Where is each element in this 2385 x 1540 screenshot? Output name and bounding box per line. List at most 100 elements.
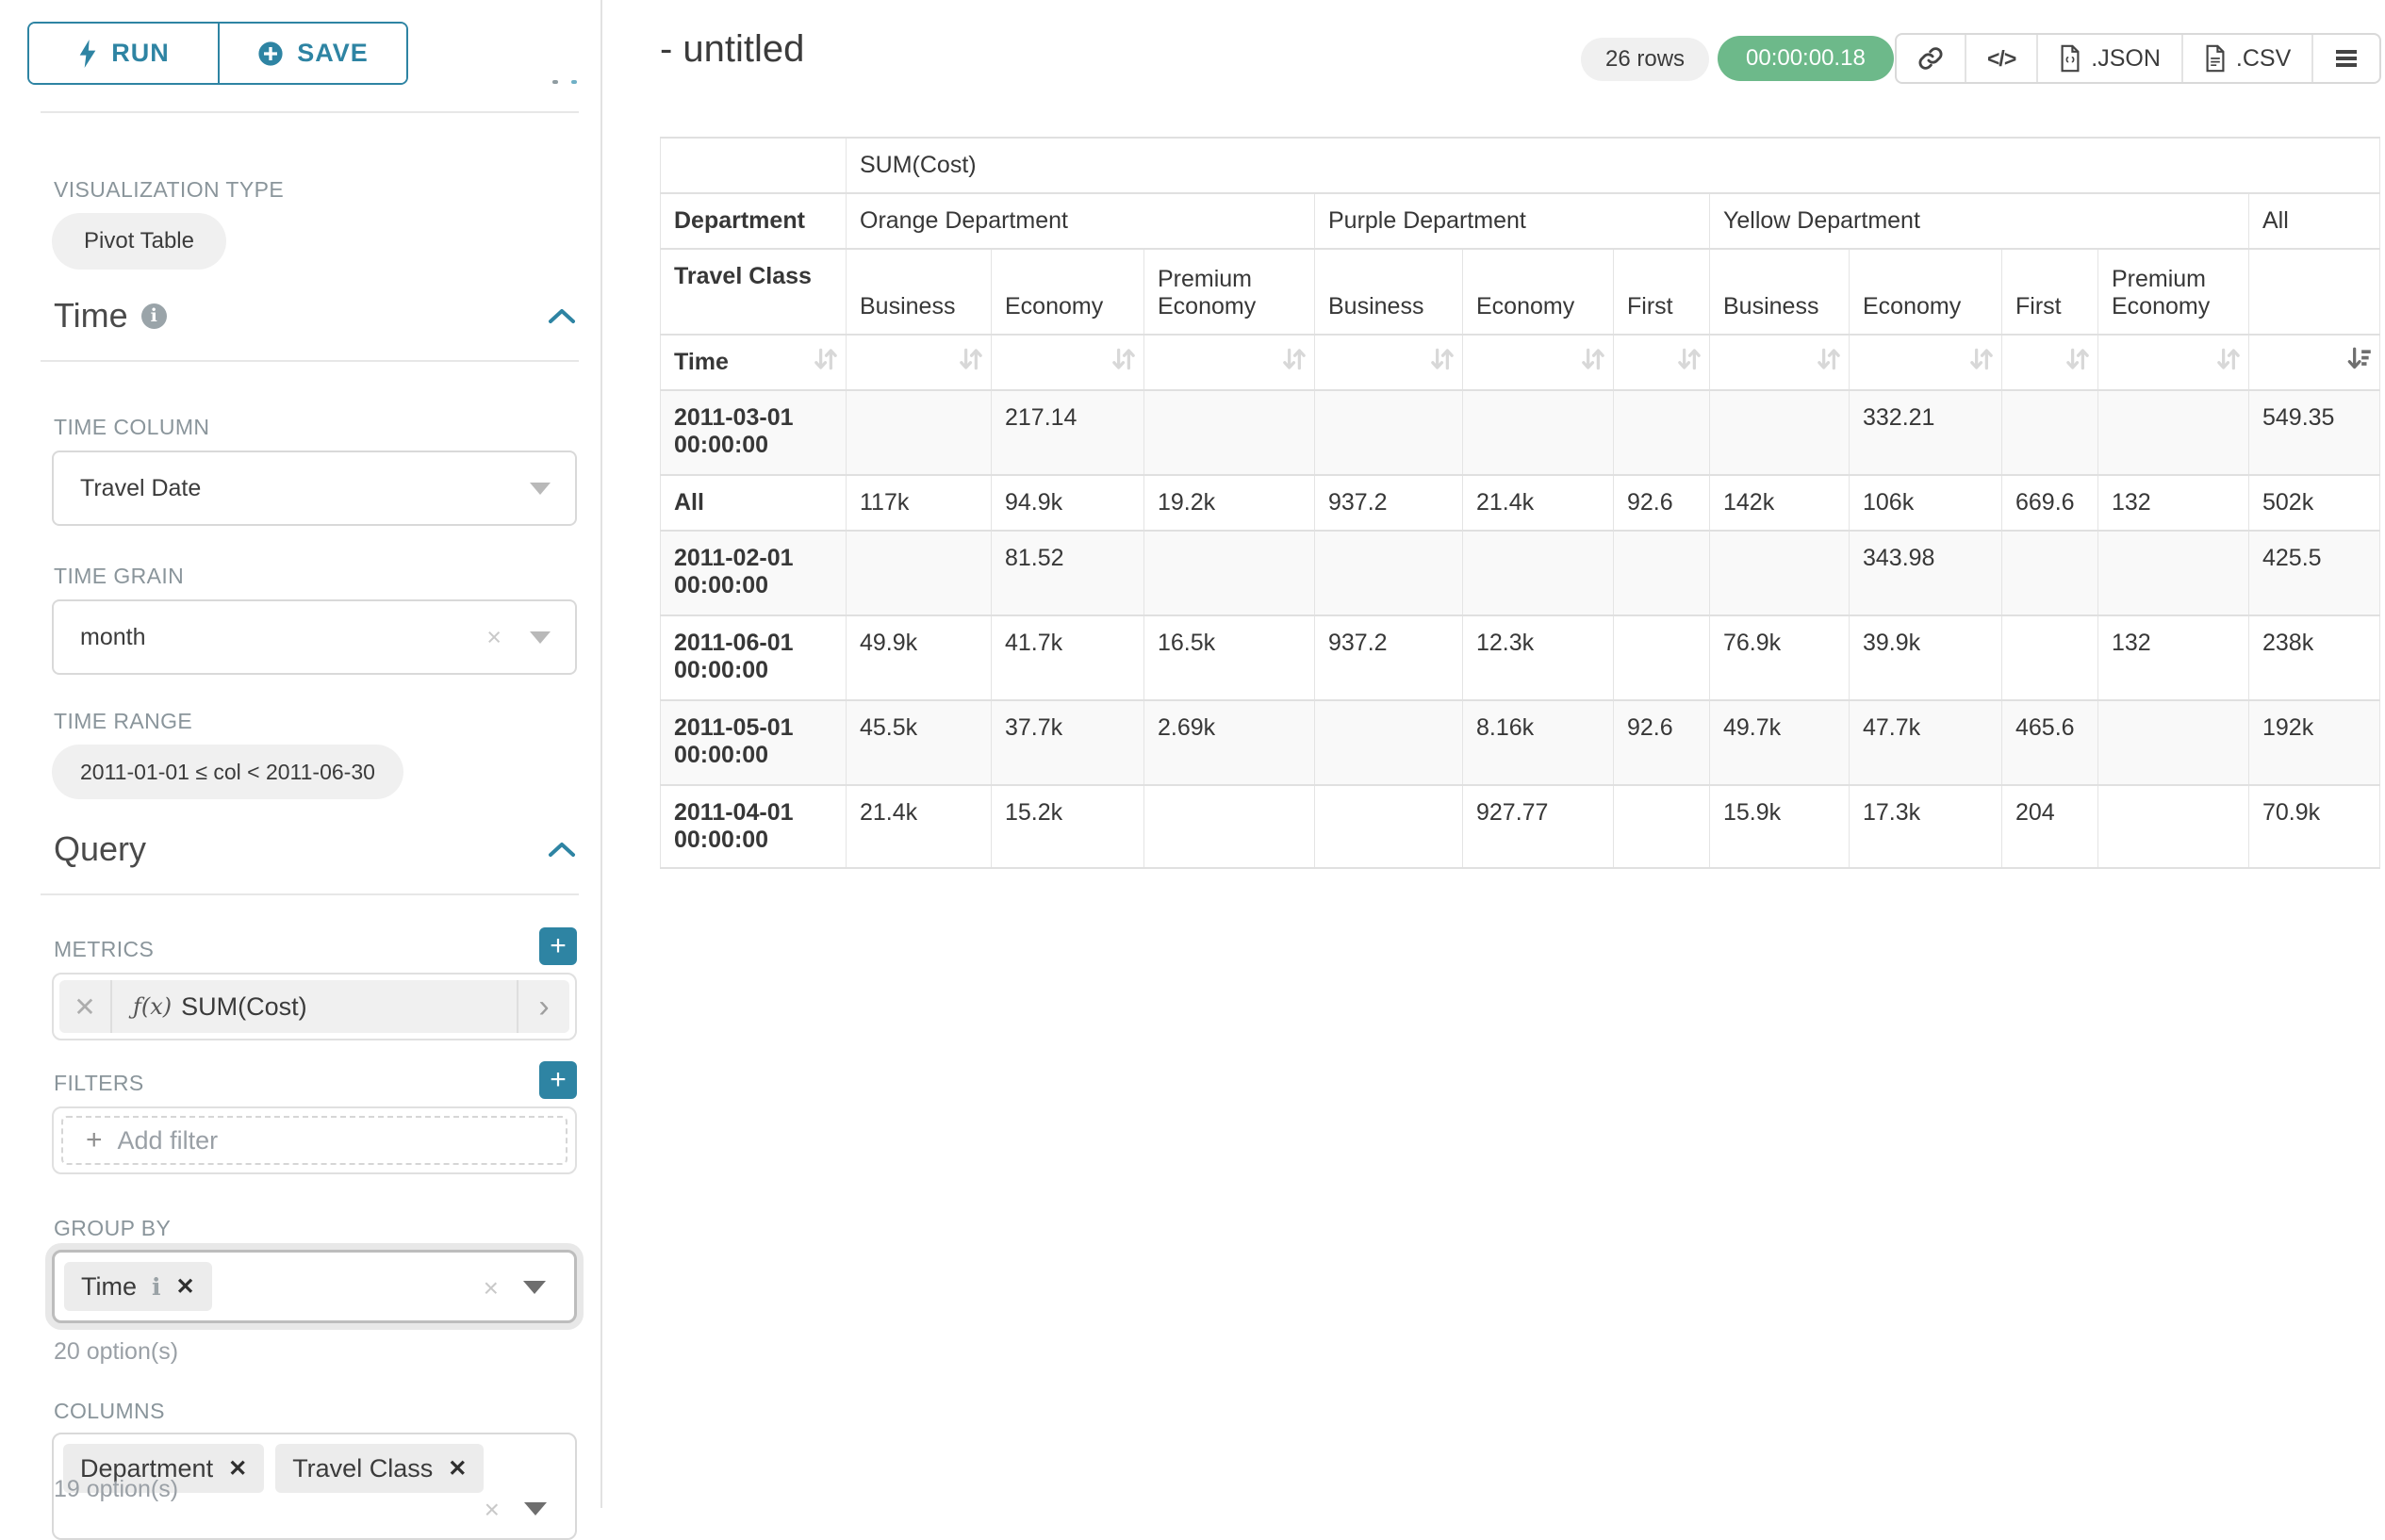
add-filter-label: Add filter bbox=[118, 1126, 219, 1155]
export-csv-label: .CSV bbox=[2236, 45, 2291, 73]
time-range-pill[interactable]: 2011-01-01 ≤ col < 2011-06-30 bbox=[52, 745, 403, 799]
value-cell: 204 bbox=[2002, 785, 2098, 868]
travel-class-cell: Business bbox=[1710, 249, 1850, 335]
value-cell: 16.5k bbox=[1144, 615, 1315, 700]
value-cell bbox=[2098, 390, 2249, 475]
value-cell bbox=[1463, 531, 1614, 615]
add-filter-plus-button[interactable]: + bbox=[539, 1061, 577, 1099]
value-cell: 142k bbox=[1710, 475, 1850, 531]
metric-pill[interactable]: ✕ ƒ(x) SUM(Cost) › bbox=[59, 980, 569, 1033]
table-row: 2011-04-01 00:00:0021.4k15.2k927.7715.9k… bbox=[661, 785, 2380, 868]
value-cell: 47.7k bbox=[1850, 700, 2002, 785]
remove-tag-icon[interactable]: ✕ bbox=[228, 1455, 247, 1483]
add-filter-button[interactable]: + Add filter bbox=[61, 1116, 567, 1165]
field-tag[interactable]: Travel Class ✕ bbox=[275, 1444, 484, 1493]
add-metric-button[interactable]: + bbox=[539, 927, 577, 965]
function-icon: ƒ(x) bbox=[133, 993, 172, 1020]
chevron-up-icon[interactable] bbox=[547, 306, 577, 325]
share-link-button[interactable] bbox=[1897, 35, 1965, 82]
value-cell: 192k bbox=[2249, 700, 2380, 785]
field-tag-label: Travel Class bbox=[292, 1454, 433, 1483]
corner-cell bbox=[661, 138, 847, 193]
clear-icon[interactable]: × bbox=[486, 623, 502, 652]
sort-toggle-icon[interactable] bbox=[957, 345, 985, 380]
value-cell: 45.5k bbox=[847, 700, 992, 785]
value-cell bbox=[2002, 615, 2098, 700]
value-cell bbox=[2098, 700, 2249, 785]
caret-down-icon[interactable] bbox=[524, 1502, 547, 1515]
value-cell: 21.4k bbox=[847, 785, 992, 868]
metrics-label: METRICS bbox=[54, 937, 154, 962]
sort-toggle-icon[interactable] bbox=[1280, 345, 1308, 380]
sort-cell bbox=[1710, 335, 1850, 390]
sort-cell bbox=[1463, 335, 1614, 390]
sort-toggle-icon[interactable] bbox=[1675, 345, 1703, 380]
time-axis-cell: Time bbox=[661, 335, 847, 390]
export-json-button[interactable]: .JSON bbox=[2036, 35, 2181, 82]
department-group-cell: Purple Department bbox=[1315, 193, 1710, 249]
chevron-up-icon[interactable] bbox=[547, 840, 577, 859]
value-cell: 332.21 bbox=[1850, 390, 2002, 475]
group-by-select[interactable]: Timei✕ × bbox=[52, 1250, 577, 1323]
csv-file-icon bbox=[2204, 44, 2227, 73]
chart-title[interactable]: - untitled bbox=[660, 28, 804, 71]
value-cell bbox=[1144, 390, 1315, 475]
save-button[interactable]: SAVE bbox=[218, 24, 406, 83]
sort-toggle-icon[interactable] bbox=[1967, 345, 1996, 380]
sort-toggle-icon[interactable] bbox=[2064, 345, 2092, 380]
value-cell: 49.9k bbox=[847, 615, 992, 700]
sort-toggle-icon[interactable] bbox=[1110, 345, 1138, 380]
sort-toggle-icon[interactable] bbox=[2214, 345, 2243, 380]
value-cell: 12.3k bbox=[1463, 615, 1614, 700]
sort-toggle-icon[interactable] bbox=[1428, 345, 1456, 380]
chevron-right-icon[interactable]: › bbox=[517, 980, 569, 1033]
table-row: All117k94.9k19.2k937.221.4k92.6142k106k6… bbox=[661, 475, 2380, 531]
table-row: 2011-02-01 00:00:0081.52343.98425.5 bbox=[661, 531, 2380, 615]
time-column-select[interactable]: Travel Date bbox=[52, 451, 577, 526]
viz-type-pill[interactable]: Pivot Table bbox=[52, 213, 226, 270]
metric-name: SUM(Cost) bbox=[181, 992, 307, 1022]
sort-cell bbox=[2249, 335, 2380, 390]
value-cell bbox=[1614, 390, 1710, 475]
travel-class-cell: Economy bbox=[992, 249, 1144, 335]
travel-class-cell: Premium Economy bbox=[1144, 249, 1315, 335]
value-cell: 669.6 bbox=[2002, 475, 2098, 531]
sort-toggle-icon[interactable] bbox=[1579, 345, 1607, 380]
value-cell bbox=[1710, 531, 1850, 615]
sort-toggle-icon[interactable] bbox=[812, 345, 840, 380]
value-cell bbox=[1614, 531, 1710, 615]
run-button[interactable]: RUN bbox=[29, 24, 218, 83]
query-section-title: Query bbox=[54, 829, 146, 869]
value-cell: 937.2 bbox=[1315, 615, 1463, 700]
value-cell: 94.9k bbox=[992, 475, 1144, 531]
clear-all-icon[interactable]: × bbox=[484, 1273, 499, 1303]
field-tag[interactable]: Timei✕ bbox=[64, 1262, 212, 1311]
value-cell: 39.9k bbox=[1850, 615, 2002, 700]
row-label-cell: 2011-03-01 00:00:00 bbox=[661, 390, 847, 475]
travel-class-axis-cell: Travel Class bbox=[661, 249, 847, 335]
remove-tag-icon[interactable]: ✕ bbox=[448, 1455, 467, 1483]
remove-metric-icon[interactable]: ✕ bbox=[59, 980, 112, 1033]
view-query-button[interactable]: </> bbox=[1965, 35, 2036, 82]
sort-cell bbox=[2002, 335, 2098, 390]
caret-down-icon bbox=[530, 631, 551, 644]
value-cell: 117k bbox=[847, 475, 992, 531]
caret-down-icon[interactable] bbox=[523, 1281, 546, 1294]
value-cell bbox=[847, 531, 992, 615]
sort-descending-active-icon[interactable] bbox=[2345, 345, 2374, 380]
field-tag-label: Time bbox=[81, 1272, 137, 1302]
clear-all-icon[interactable]: × bbox=[485, 1495, 500, 1525]
time-column-label: TIME COLUMN bbox=[54, 415, 209, 440]
info-icon[interactable]: i bbox=[141, 303, 167, 329]
filters-container: + Add filter bbox=[52, 1106, 577, 1174]
menu-button[interactable] bbox=[2311, 35, 2379, 82]
sort-toggle-icon[interactable] bbox=[1815, 345, 1843, 380]
remove-tag-icon[interactable]: ✕ bbox=[176, 1273, 195, 1301]
export-csv-button[interactable]: .CSV bbox=[2181, 35, 2311, 82]
value-cell: 15.2k bbox=[992, 785, 1144, 868]
time-grain-select[interactable]: month × bbox=[52, 599, 577, 675]
value-cell bbox=[847, 390, 992, 475]
row-label-cell: 2011-04-01 00:00:00 bbox=[661, 785, 847, 868]
value-cell bbox=[1144, 785, 1315, 868]
value-cell: 21.4k bbox=[1463, 475, 1614, 531]
